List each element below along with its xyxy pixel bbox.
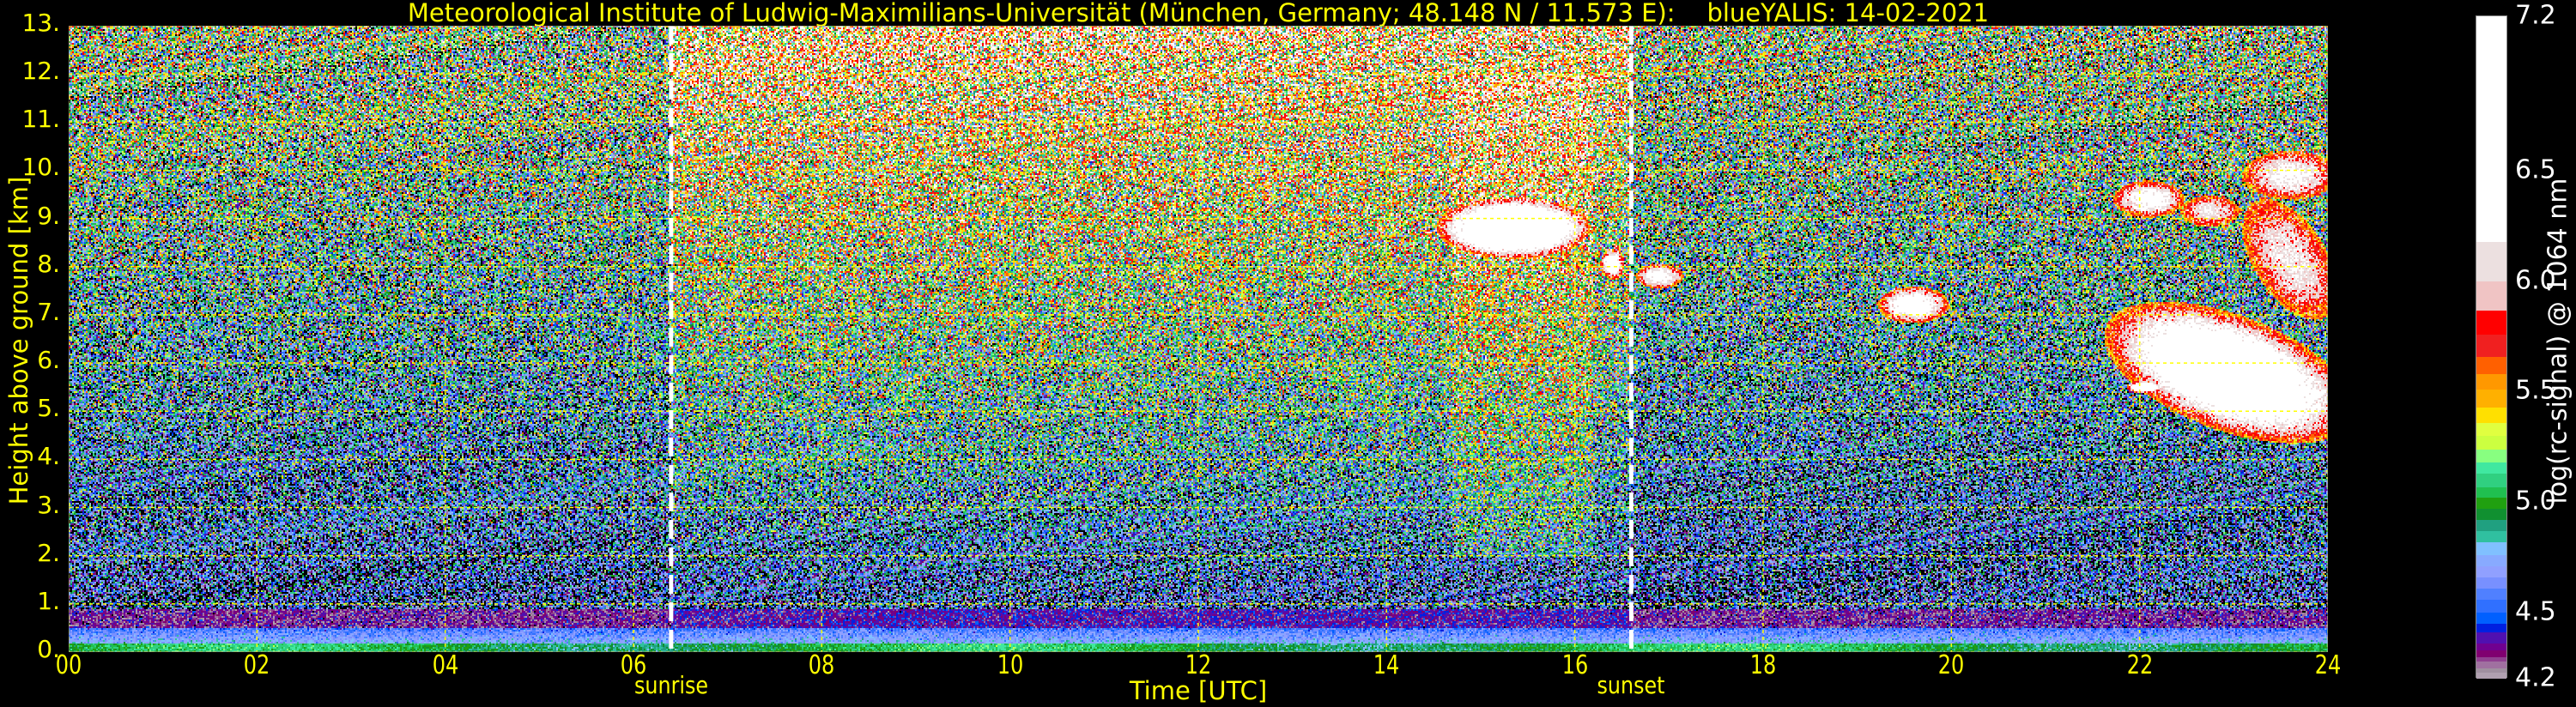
colorbar-tick-label: 4.5	[2515, 596, 2556, 627]
y-axis-label: Height above ground [km]	[4, 176, 33, 505]
colorbar-band	[2476, 497, 2506, 510]
colorbar-band	[2476, 407, 2506, 423]
x-tick-label: 04	[432, 650, 458, 680]
colorbar-band	[2476, 486, 2506, 499]
colorbar-band	[2476, 599, 2506, 613]
colorbar-band	[2476, 449, 2506, 463]
plot-frame	[69, 26, 2328, 652]
colorbar-tick-label: 4.2	[2515, 662, 2556, 693]
colorbar-tick-label: 7.2	[2515, 0, 2556, 31]
plot-area	[69, 26, 2328, 652]
y-tick-label: 0.	[37, 635, 60, 663]
x-axis-label: Time [UTC]	[1129, 676, 1268, 705]
colorbar-band	[2476, 508, 2506, 521]
y-tick-label: 13.	[21, 9, 60, 37]
sunrise-label: sunrise	[633, 671, 708, 699]
colorbar-band	[2476, 281, 2506, 311]
colorbar-band	[2476, 661, 2506, 668]
colorbar-band	[2476, 473, 2506, 487]
y-tick-label: 12.	[21, 57, 60, 86]
colorbar-band	[2476, 631, 2506, 644]
sunset-label: sunset	[1597, 671, 1665, 699]
colorbar-band	[2476, 519, 2506, 532]
x-tick-label: 00	[55, 650, 82, 680]
colorbar-band	[2476, 310, 2506, 335]
colorbar-band	[2476, 656, 2506, 662]
x-tick-label: 20	[1938, 650, 1965, 680]
x-tick-label: 18	[1749, 650, 1777, 680]
y-tick-label: 2.	[37, 538, 60, 567]
colorbar	[2476, 15, 2507, 680]
colorbar-band	[2476, 530, 2506, 542]
colorbar-band	[2476, 650, 2506, 657]
colorbar-band	[2476, 588, 2506, 600]
chart-title: Meteorological Institute of Ludwig-Maxim…	[407, 0, 1990, 27]
colorbar-label: log(rc-signal) @ 1064 nm	[2543, 178, 2573, 505]
colorbar-band	[2476, 462, 2506, 474]
x-tick-label: 22	[2126, 650, 2153, 680]
x-tick-label: 02	[244, 650, 270, 680]
y-tick-label: 11.	[21, 105, 60, 134]
colorbar-band	[2476, 643, 2506, 651]
colorbar-band	[2476, 672, 2506, 680]
colorbar-band	[2476, 16, 2506, 242]
colorbar-band	[2476, 554, 2506, 567]
colorbar-band	[2476, 241, 2506, 282]
x-tick-label: 08	[809, 650, 835, 680]
colorbar-band	[2476, 422, 2506, 437]
y-tick-label: 1.	[37, 586, 60, 615]
colorbar-band	[2476, 577, 2506, 589]
colorbar-band	[2476, 668, 2506, 673]
colorbar-band	[2476, 541, 2506, 556]
x-tick-label: 10	[997, 650, 1023, 680]
colorbar-band	[2476, 373, 2506, 390]
x-tick-label: 14	[1373, 650, 1400, 680]
colorbar-band	[2476, 435, 2506, 450]
colorbar-band	[2476, 612, 2506, 625]
colorbar-band	[2476, 356, 2506, 375]
x-tick-label: 16	[1561, 650, 1588, 680]
colorbar-band	[2476, 565, 2506, 578]
colorbar-band	[2476, 623, 2506, 633]
plot-overlay	[69, 26, 2328, 652]
colorbar-band	[2476, 334, 2506, 357]
x-tick-label: 24	[2314, 650, 2342, 680]
colorbar-band	[2476, 389, 2506, 408]
